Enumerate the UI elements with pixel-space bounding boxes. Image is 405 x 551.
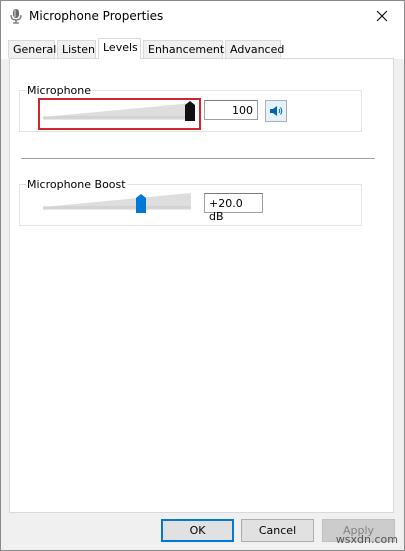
- close-icon: [376, 10, 388, 22]
- close-button[interactable]: [360, 1, 404, 31]
- window-title: Microphone Properties: [29, 9, 164, 23]
- tab-listen[interactable]: Listen: [57, 40, 96, 58]
- microphone-icon: [10, 9, 22, 24]
- cancel-button[interactable]: Cancel: [241, 519, 314, 542]
- tab-levels[interactable]: Levels: [98, 38, 141, 59]
- divider: [21, 158, 375, 159]
- boost-level-slider[interactable]: [41, 190, 196, 216]
- highlight-box: [38, 98, 201, 130]
- ok-button[interactable]: OK: [161, 519, 234, 542]
- microphone-label: Microphone: [26, 84, 93, 97]
- microphone-properties-window: Microphone Properties General Listen Lev…: [0, 0, 405, 551]
- boost-level-value[interactable]: +20.0 dB: [204, 193, 263, 223]
- boost-slider-thumb[interactable]: [136, 194, 146, 213]
- tab-strip: General Listen Levels Enhancements Advan…: [1, 31, 404, 59]
- tab-general[interactable]: General: [8, 40, 56, 58]
- tab-advanced[interactable]: Advanced: [225, 40, 284, 58]
- title-bar: Microphone Properties: [1, 1, 404, 31]
- mute-button[interactable]: [265, 100, 287, 122]
- tab-enhancements[interactable]: Enhancements: [143, 40, 230, 58]
- speaker-icon: [270, 106, 283, 116]
- microphone-level-value[interactable]: 100: [204, 100, 258, 120]
- watermark-text: wsxdn.com: [335, 533, 398, 546]
